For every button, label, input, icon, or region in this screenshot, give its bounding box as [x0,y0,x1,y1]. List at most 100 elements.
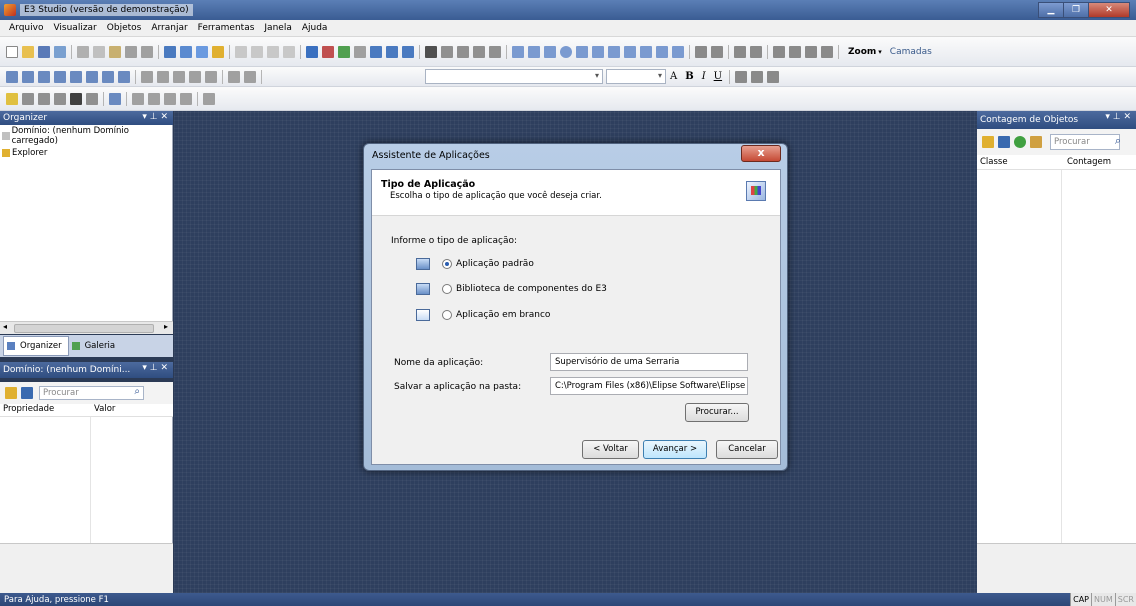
frame-icon[interactable] [180,45,192,58]
sum-icon[interactable] [354,45,366,58]
flip-icon[interactable] [244,70,256,83]
app-folder-input[interactable]: C:\Program Files (x86)\Elipse Software\E… [550,377,748,395]
line-color-icon[interactable] [22,92,34,105]
scrollbar-control-icon[interactable] [70,70,82,83]
font-color-button[interactable]: A [670,71,677,82]
undo-icon[interactable] [125,45,137,58]
radio-standard-app[interactable] [442,259,452,269]
group-icon[interactable] [734,45,746,58]
layers-button[interactable]: Camadas [890,47,932,57]
hand-icon[interactable] [441,45,453,58]
back-button[interactable]: < Voltar [582,440,639,459]
same-size-icon[interactable] [173,70,185,83]
copy-icon[interactable] [93,45,105,58]
zoom-dropdown[interactable]: Zoom [848,47,876,57]
polygon-icon[interactable] [576,45,588,58]
screen-icon[interactable] [164,45,176,58]
tree-item-explorer[interactable]: Explorer [0,147,172,159]
image-icon[interactable] [656,45,668,58]
zoom-icon[interactable] [457,45,469,58]
rotate-icon[interactable] [228,70,240,83]
refresh-icon[interactable] [1014,136,1026,148]
save-all-icon[interactable] [54,45,66,58]
minimize-icon[interactable]: ▁ [1038,2,1064,18]
objects-categorized-icon[interactable] [982,136,994,148]
spacing-icon[interactable] [205,70,217,83]
script-icon[interactable] [203,92,215,105]
radio-blank-app[interactable] [442,310,452,320]
slider-control-icon[interactable] [86,70,98,83]
bars-icon[interactable] [148,92,160,105]
display-icon[interactable] [672,45,684,58]
bring-front-icon[interactable] [773,45,785,58]
objects-search-input[interactable]: Procurar [1050,134,1121,150]
send-back-icon[interactable] [789,45,801,58]
event-icon[interactable] [180,92,192,105]
bold-button[interactable]: B [685,71,693,82]
menu-visualizar[interactable]: Visualizar [48,23,101,33]
next-button[interactable]: Avançar > [643,440,707,459]
center-icon[interactable] [189,70,201,83]
save-icon[interactable] [38,45,50,58]
line-width-icon[interactable] [70,92,82,105]
option-standard-app[interactable]: Aplicação padrão [416,258,534,270]
properties-icon[interactable] [109,92,121,105]
arc-icon[interactable] [592,45,604,58]
categorized-icon[interactable] [5,387,17,399]
menu-arquivo[interactable]: Arquivo [4,23,48,33]
build-icon[interactable] [212,45,224,58]
font-name-combo[interactable] [425,69,603,84]
forward-icon[interactable] [805,45,817,58]
database-icon[interactable] [370,45,382,58]
ellipse-icon[interactable] [560,45,572,58]
scroll-left-icon[interactable]: ◂ [3,322,7,331]
sort-az-icon[interactable] [21,387,33,399]
align-right-icon[interactable] [711,45,723,58]
dialog-close-button[interactable]: x [741,145,781,162]
option-blank-app[interactable]: Aplicação em branco [416,309,550,321]
organizer-hscrollbar[interactable]: ◂ ▸ [0,321,173,334]
option-component-library[interactable]: Biblioteca de componentes do E3 [416,283,607,295]
italic-button[interactable]: I [702,71,706,82]
new-file-icon[interactable] [6,45,18,58]
stop-icon[interactable] [267,45,279,58]
scroll-thumb[interactable] [14,324,154,333]
align-left-icon[interactable] [695,45,707,58]
font-size-combo[interactable] [606,69,666,84]
paste-icon[interactable] [109,45,121,58]
cancel-button[interactable]: Cancelar [716,440,778,459]
menu-ferramentas[interactable]: Ferramentas [193,23,260,33]
button-control-icon[interactable] [6,70,18,83]
objects-pin-icon[interactable]: ▾ ⊥ ✕ [1105,112,1131,122]
play-icon[interactable] [251,45,263,58]
tag-icon[interactable] [306,45,318,58]
text-icon[interactable] [640,45,652,58]
fill-color-icon[interactable] [6,92,18,105]
menu-ajuda[interactable]: Ajuda [297,23,333,33]
pin-icon[interactable]: ▾ ⊥ ✕ [142,112,168,122]
properties-pin-icon[interactable]: ▾ ⊥ ✕ [142,363,168,373]
objects-sort-icon[interactable] [998,136,1010,148]
chevron-down-icon[interactable]: ▾ [878,48,882,56]
radio-control-icon[interactable] [38,70,50,83]
ungroup-icon[interactable] [750,45,762,58]
properties-search-input[interactable]: Procurar [39,386,144,400]
cut-icon[interactable] [77,45,89,58]
align-text-right-icon[interactable] [767,70,780,83]
table-icon[interactable] [386,45,398,58]
polyline-icon[interactable] [512,45,524,58]
underline-button[interactable]: U [714,71,722,82]
label-control-icon[interactable] [102,70,114,83]
filter-icon[interactable] [1030,136,1042,148]
app-name-input[interactable]: Supervisório de uma Serraria [550,353,748,371]
browse-button[interactable]: Procurar... [685,403,749,422]
tree-item-domain[interactable]: Domínio: (nenhum Domínio carregado) [0,125,172,147]
pointer-icon[interactable] [425,45,437,58]
align-icon[interactable] [141,70,153,83]
radio-component-library[interactable] [442,284,452,294]
line-icon[interactable] [489,45,501,58]
chord-icon[interactable] [624,45,636,58]
tab-galeria[interactable]: Galeria [69,337,121,355]
library-icon[interactable] [322,45,334,58]
textbox-control-icon[interactable] [118,70,130,83]
